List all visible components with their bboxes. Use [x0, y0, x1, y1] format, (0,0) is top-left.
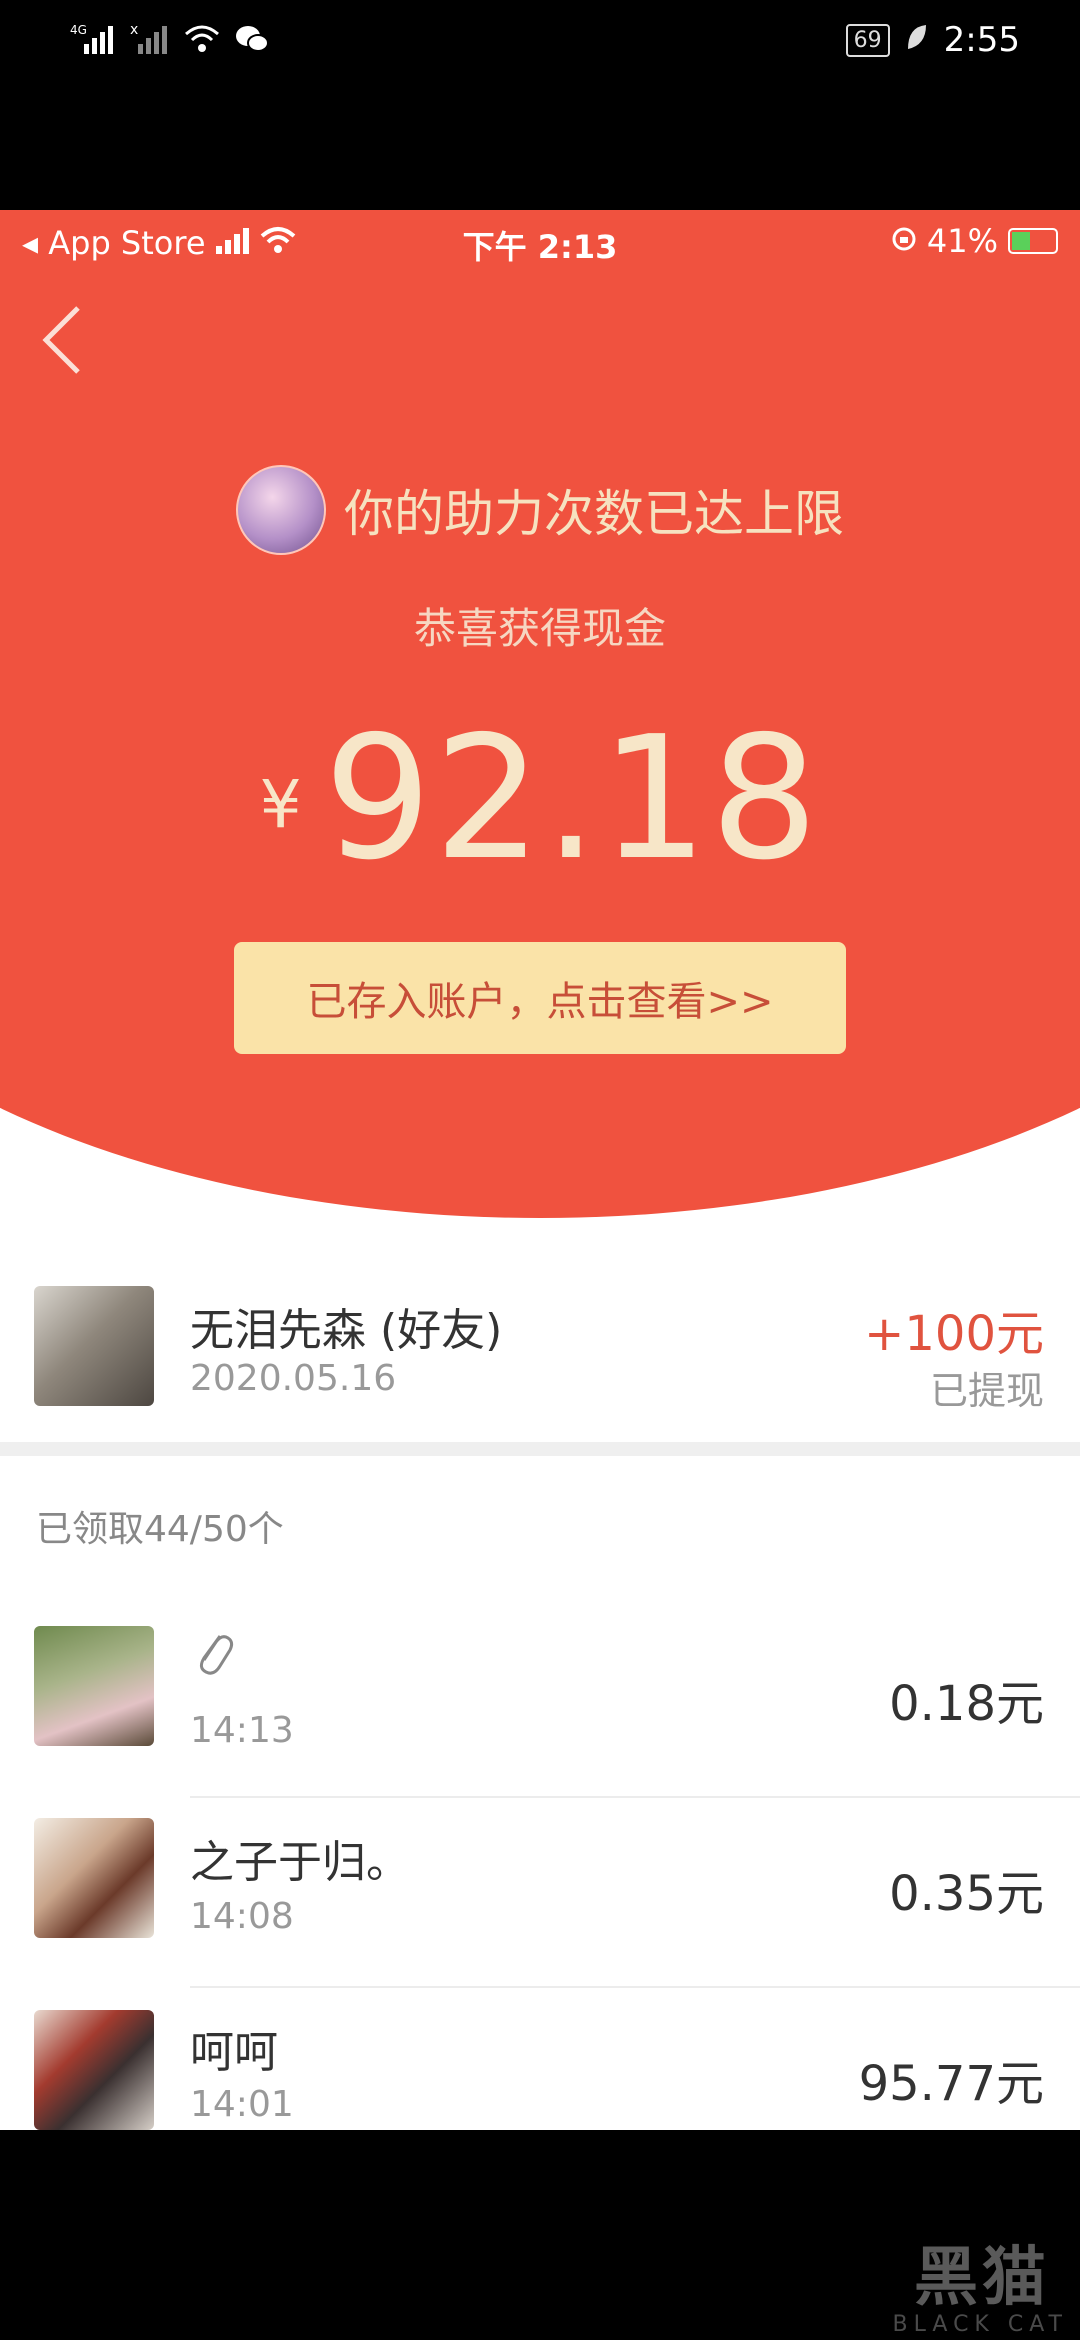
list-item-avatar [34, 2010, 154, 2130]
signal-no-service-icon: x [130, 22, 170, 63]
list-item-name: 呵呵 [190, 2027, 278, 2078]
cash-amount: ¥92.18 [0, 700, 1080, 898]
list-item-amount: 95.77元 [858, 2056, 1044, 2112]
svg-text:4G: 4G [70, 23, 87, 37]
view-account-button[interactable]: 已存入账户，点击查看>> [234, 942, 846, 1054]
app-screen: ◂ App Store 下午 2:13 41% 你的助力次数已达上限 恭喜获得现… [0, 210, 1080, 2130]
list-item-time: 14:01 [190, 2084, 294, 2125]
friend-name: 无泪先森 (好友) [190, 1305, 503, 1356]
list-item-avatar [34, 1626, 154, 1746]
list-item[interactable]: 之子于归。 14:08 0.35元 [0, 1798, 1080, 1988]
android-status-right: 69 2:55 [845, 20, 1020, 60]
amount-value: 92.18 [323, 700, 821, 898]
signal-4g-icon: 4G [70, 22, 118, 63]
friend-amount: +100元 [864, 1306, 1044, 1362]
ios-status-right: 41% [891, 222, 1058, 260]
leaf-icon [906, 20, 928, 60]
ios-battery-percent: 41% [926, 222, 998, 260]
list-item-amount: 0.18元 [889, 1676, 1044, 1732]
friend-date: 2020.05.16 [190, 1358, 397, 1399]
paperclip-icon [199, 1635, 234, 1675]
list-item-time: 14:08 [190, 1896, 294, 1937]
orientation-lock-icon [891, 222, 917, 260]
wechat-icon [234, 23, 270, 62]
assist-limit-title: 你的助力次数已达上限 [344, 485, 844, 543]
wifi-icon [182, 22, 222, 63]
list-item-time: 14:13 [190, 1710, 294, 1751]
list-item-name: 之子于归。 [190, 1837, 410, 1888]
ios-battery-icon [1008, 228, 1058, 254]
congrats-subtitle: 恭喜获得现金 [413, 604, 666, 653]
battery-level: 69 [845, 23, 890, 57]
avatar [236, 465, 326, 555]
received-count: 已领取44/50个 [36, 1509, 284, 1550]
assist-limit-row: 你的助力次数已达上限 [0, 465, 1080, 555]
android-status-left: 4G x [70, 22, 270, 63]
list-item[interactable]: 14:13 0.18元 [0, 1610, 1080, 1798]
friend-avatar [34, 1286, 154, 1406]
back-arrow-icon[interactable] [36, 300, 96, 380]
android-time: 2:55 [943, 20, 1020, 60]
watermark-logo: 黑猫 [914, 2241, 1050, 2315]
svg-text:x: x [130, 22, 138, 38]
list-item-avatar [34, 1818, 154, 1938]
list-item[interactable]: 呵呵 14:01 95.77元 [0, 1988, 1080, 2130]
friend-row[interactable]: 无泪先森 (好友) 2020.05.16 +100元 已提现 [0, 1250, 1080, 1440]
ios-status-bar: ◂ App Store 下午 2:13 41% [0, 210, 1080, 274]
withdrawn-status: 已提现 [929, 1369, 1044, 1413]
list-item-name [190, 1624, 234, 1691]
section-divider [0, 1442, 1080, 1456]
list-item-amount: 0.35元 [889, 1866, 1044, 1922]
watermark-subtext: BLACK CAT [892, 2312, 1068, 2337]
android-status-bar: 4G x 69 2:55 [0, 0, 1080, 210]
currency-symbol: ¥ [259, 766, 302, 843]
